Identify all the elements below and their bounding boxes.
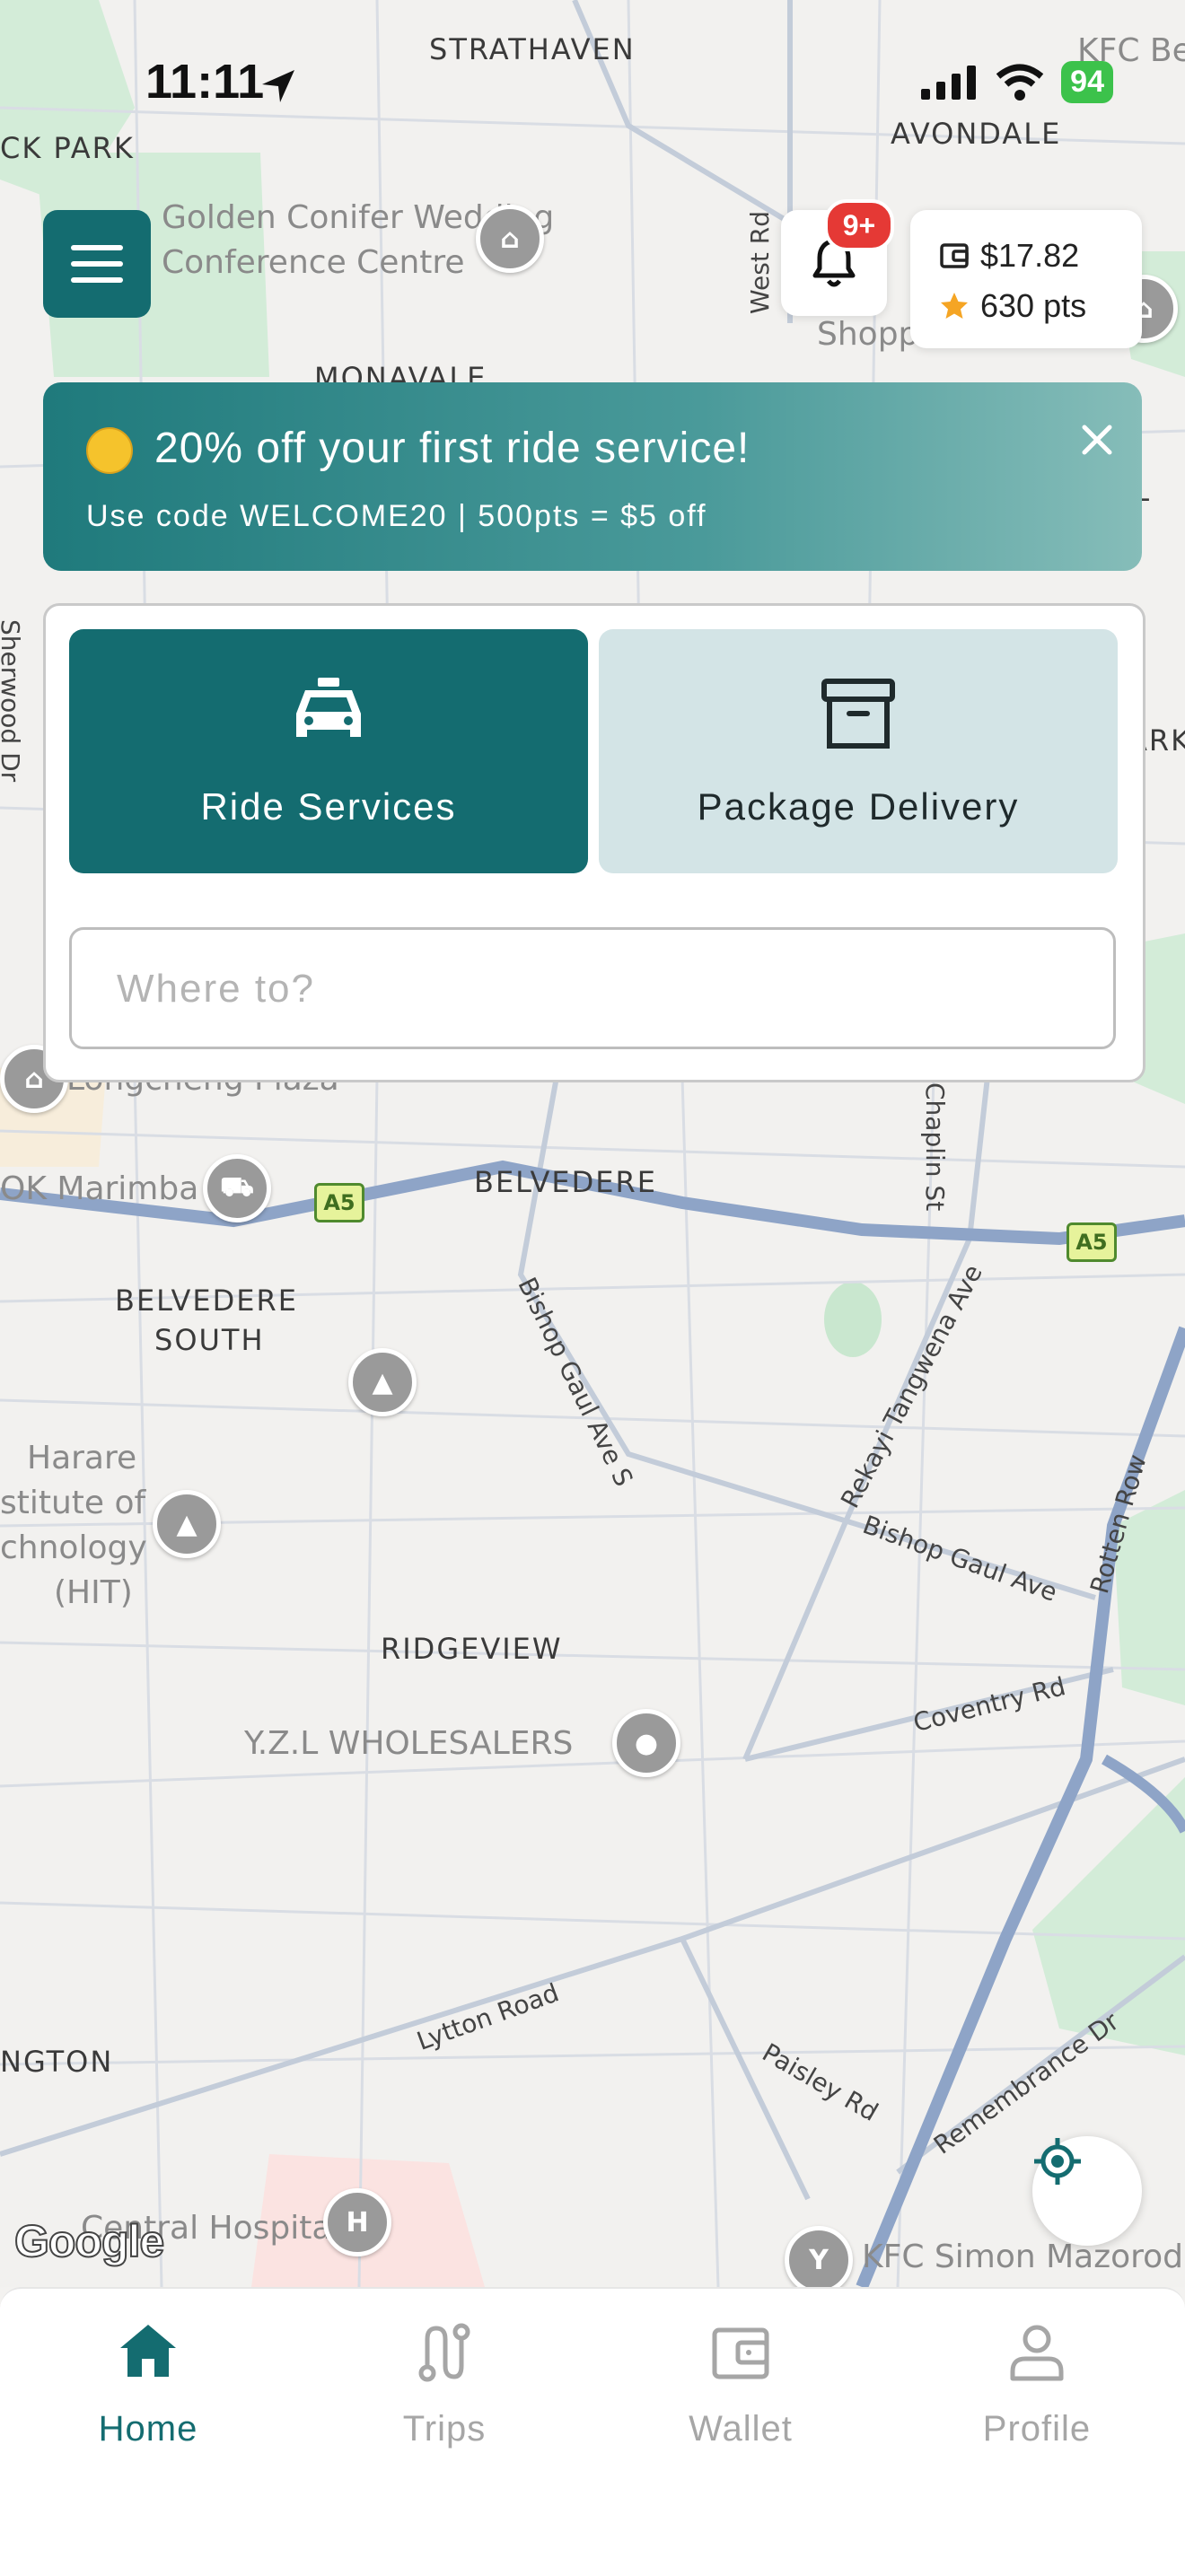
map-label-ngton: NGTON [0, 2045, 114, 2079]
map-label-avondale: AVONDALE [891, 117, 1062, 151]
bottom-navigation: Home Trips Wallet Profile [0, 2287, 1185, 2576]
status-icons: 94 [921, 61, 1113, 103]
map-label-ok-marimba: OK Marimba [0, 1170, 199, 1207]
map-label-hit-1: Harare [27, 1440, 137, 1476]
map-label-ridgeview: RIDGEVIEW [381, 1632, 563, 1666]
google-attribution: Google [13, 2215, 165, 2267]
promo-title: 20% off your first ride service! [154, 425, 750, 472]
my-location-button[interactable] [1032, 2136, 1142, 2246]
battery-indicator: 94 [1061, 61, 1113, 103]
nav-profile-label: Profile [982, 2409, 1092, 2449]
wifi-icon [996, 64, 1044, 101]
location-arrow-icon [262, 70, 294, 102]
map-label-hit-2: stitute of [0, 1485, 146, 1521]
crosshair-icon [1034, 2138, 1081, 2185]
tab-package-label: Package Delivery [697, 785, 1020, 828]
tab-package-delivery[interactable]: Package Delivery [599, 629, 1118, 873]
map-label-belvedere-south-1: BELVEDERE [115, 1284, 298, 1318]
wallet-icon [940, 243, 969, 268]
map-label-sherwood: Sherwood Dr [0, 619, 25, 783]
signal-icon [921, 65, 977, 100]
map-label-west-rd: West Rd [745, 211, 775, 314]
shopping-cart-pin-icon[interactable]: ⛟ [203, 1154, 271, 1222]
promo-banner[interactable]: 20% off your first ride service! Use cod… [43, 382, 1142, 571]
school-pin-icon[interactable]: ▲ [153, 1490, 221, 1558]
destination-input[interactable] [115, 930, 1070, 1048]
promo-subtitle: Use code WELCOME20 | 500pts = $5 off [86, 499, 707, 533]
route-shield-a5: A5 [314, 1183, 364, 1222]
hospital-pin-icon[interactable]: H [323, 2188, 391, 2256]
nav-home[interactable]: Home [0, 2289, 296, 2468]
menu-button[interactable] [43, 210, 151, 318]
notification-count-badge: 9+ [824, 199, 894, 251]
school-pin-icon[interactable]: ▲ [348, 1348, 417, 1416]
status-time: 11:11 [145, 55, 265, 109]
wallet-summary[interactable]: $17.82 630 pts [910, 210, 1142, 348]
wallet-balance: $17.82 [980, 237, 1080, 274]
nav-trips-label: Trips [402, 2409, 487, 2449]
destination-search[interactable] [69, 927, 1116, 1049]
map-label-yzl: Y.Z.L WHOLESALERS [244, 1725, 574, 1762]
close-icon[interactable] [1075, 418, 1119, 461]
taxi-icon [296, 678, 361, 737]
map-label-conference-centre: Conference Centre [162, 244, 465, 281]
landmark-pin-icon[interactable]: ⌂ [476, 205, 544, 273]
map-label-park: CK PARK [0, 131, 135, 165]
hamburger-icon [71, 245, 123, 283]
map-label-shopp: Shopp [817, 316, 919, 353]
route-icon [418, 2323, 470, 2382]
tab-ride-services[interactable]: Ride Services [69, 629, 588, 873]
nav-profile[interactable]: Profile [889, 2289, 1185, 2468]
nav-wallet[interactable]: Wallet [592, 2289, 889, 2468]
map-label-chaplin: Chaplin St [920, 1082, 950, 1212]
money-face-emoji-icon [86, 427, 133, 474]
service-panel: Ride Services Package Delivery [43, 603, 1146, 1082]
map-label-belvedere: BELVEDERE [474, 1165, 657, 1199]
user-icon [1010, 2325, 1064, 2381]
star-icon [941, 293, 968, 319]
map-label-belvedere-south-2: SOUTH [154, 1323, 265, 1357]
points-balance: 630 pts [980, 287, 1087, 324]
package-box-icon [821, 679, 895, 749]
tab-ride-label: Ride Services [200, 785, 457, 828]
map-label-kfc-simon: KFC Simon Mazorod [862, 2239, 1184, 2275]
restaurant-pin-icon[interactable]: Y [785, 2226, 853, 2287]
nav-home-label: Home [98, 2409, 198, 2449]
nav-trips[interactable]: Trips [296, 2289, 592, 2468]
route-shield-a5: A5 [1066, 1222, 1117, 1262]
map-label-hit-4: (HIT) [54, 1574, 133, 1611]
home-icon [120, 2325, 176, 2377]
map-label-strathaven: STRATHAVEN [429, 32, 636, 66]
wallet-icon [712, 2327, 769, 2379]
location-pin-icon[interactable]: ● [612, 1709, 680, 1777]
nav-wallet-label: Wallet [689, 2409, 793, 2449]
map-label-hit-3: chnology [0, 1529, 147, 1566]
